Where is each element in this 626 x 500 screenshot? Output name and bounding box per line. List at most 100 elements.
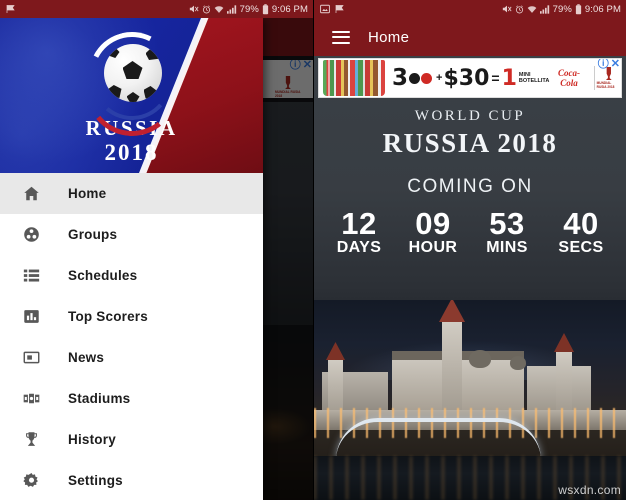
news-icon — [14, 349, 48, 366]
clock-label: 9:06 PM — [584, 3, 621, 15]
sidebar-item-top-scorers[interactable]: Top Scorers — [0, 296, 263, 337]
countdown-value: 53 — [489, 206, 525, 241]
ad-price: $30 — [443, 66, 489, 91]
close-icon[interactable]: ✕ — [611, 59, 620, 70]
hamburger-icon[interactable] — [322, 30, 360, 44]
phone-screen-home: 79% 9:06 PM Home 3 + $30 = 1 MINI BOTELL… — [313, 0, 626, 500]
battery-icon — [262, 3, 269, 15]
sidebar-item-label: Home — [68, 186, 107, 201]
battery-icon — [575, 3, 582, 15]
mute-icon — [189, 4, 199, 14]
ad-controls: ⓘ ✕ — [598, 59, 620, 70]
battery-percent-label: 79% — [239, 3, 259, 15]
battery-percent-label: 79% — [552, 3, 572, 15]
screenshot-pair: 79% 9:06 PM ⓘ ✕ MUNDIAL RUSIA 2018 — [0, 0, 626, 500]
coca-cola-logo: Coca-Cola — [558, 68, 581, 88]
sidebar-item-news[interactable]: News — [0, 337, 263, 378]
ad-equals-sign: = — [491, 70, 500, 86]
phone-screen-drawer-open: 79% 9:06 PM ⓘ ✕ MUNDIAL RUSIA 2018 — [0, 0, 313, 500]
ad-quantity: 3 — [392, 65, 409, 91]
ad-bottles-image — [323, 60, 385, 96]
bar-chart-icon — [14, 308, 48, 325]
soccer-ball-icon — [103, 44, 162, 102]
trophy-icon — [14, 431, 48, 448]
countdown-unit: MINS — [486, 238, 528, 256]
navigation-drawer: RUSSIA 2018 Home Groups Schedules Top Sc… — [0, 18, 263, 500]
info-icon[interactable]: ⓘ — [598, 59, 609, 70]
drawer-menu: Home Groups Schedules Top Scorers News S… — [0, 173, 263, 500]
stadium-icon — [14, 390, 48, 407]
sidebar-item-stadiums[interactable]: Stadiums — [0, 378, 263, 419]
sidebar-item-schedules[interactable]: Schedules — [0, 255, 263, 296]
countdown-value: 40 — [563, 206, 599, 241]
sidebar-item-label: Settings — [68, 473, 123, 488]
wifi-icon — [214, 5, 224, 14]
flag-icon — [6, 4, 16, 14]
world-cup-label: WORLD CUP — [414, 108, 526, 124]
drawer-logo-year: 2018 — [104, 140, 159, 165]
bridge — [336, 418, 541, 460]
countdown-value: 12 — [341, 206, 377, 241]
sidebar-item-label: Schedules — [68, 268, 138, 283]
sidebar-item-history[interactable]: History — [0, 419, 263, 460]
sidebar-item-label: Groups — [68, 227, 118, 242]
ad-banner[interactable]: 3 + $30 = 1 MINI BOTELLITA Coca-Cola MUND… — [318, 58, 622, 98]
drawer-header: RUSSIA 2018 — [0, 18, 263, 173]
alarm-icon — [515, 4, 524, 14]
ad-divider — [593, 66, 595, 90]
dome-icon — [510, 356, 526, 370]
countdown-seconds: 40 SECS — [546, 206, 616, 257]
signal-icon — [539, 4, 550, 14]
home-content: 3 + $30 = 1 MINI BOTELLITA Coca-Cola MUND… — [314, 56, 626, 500]
countdown-unit: DAYS — [336, 238, 382, 256]
list-icon — [14, 267, 48, 284]
ad-badge-label: MUNDIAL RUSIA 2018 — [596, 81, 615, 89]
world-cup-logo: RUSSIA 2018 — [0, 20, 263, 165]
hero-image: wsxdn.com — [314, 300, 626, 500]
sidebar-item-groups[interactable]: Groups — [0, 214, 263, 255]
countdown-unit: HOUR — [408, 238, 458, 256]
status-bar-left-icons — [320, 4, 345, 14]
event-title: RUSSIA 2018 — [382, 128, 558, 158]
countdown-value: 09 — [415, 206, 451, 241]
tower-right — [556, 350, 572, 412]
screenshot-icon — [320, 4, 330, 14]
home-icon — [14, 185, 48, 202]
dome-icon — [469, 350, 491, 368]
groups-icon — [14, 226, 48, 243]
status-bar-left-icons — [6, 4, 16, 14]
status-bar-right: 79% 9:06 PM — [314, 0, 626, 18]
flag-icon — [335, 4, 345, 14]
countdown-minutes: 53 MINS — [472, 206, 542, 257]
sidebar-item-home[interactable]: Home — [0, 173, 263, 214]
tower-left — [328, 358, 343, 414]
ad-result-count: 1 — [501, 65, 517, 91]
ad-bottle-caps-icon — [409, 72, 433, 84]
app-bar: Home — [314, 18, 626, 56]
tower-center — [442, 320, 462, 412]
alarm-icon — [202, 4, 211, 14]
ad-plus-sign: + — [436, 72, 443, 84]
sidebar-item-settings[interactable]: Settings — [0, 460, 263, 500]
ad-currency: $ — [443, 65, 459, 91]
coming-on-label: COMING ON — [407, 176, 533, 197]
ad-price-value: 30 — [458, 65, 490, 91]
ad-result-label: MINI BOTELLITA — [518, 71, 550, 84]
signal-icon — [226, 4, 237, 14]
gear-icon — [14, 472, 48, 489]
sidebar-item-label: Stadiums — [68, 391, 131, 406]
page-title: Home — [368, 28, 410, 46]
sidebar-item-label: Top Scorers — [68, 309, 148, 324]
mute-icon — [502, 4, 512, 14]
countdown-timer: 12 DAYS 09 HOUR 53 MINS 40 SECS — [314, 206, 626, 257]
sidebar-item-label: History — [68, 432, 116, 447]
soccer-ball-logo — [77, 20, 186, 141]
status-bar-right-icons: 79% 9:06 PM — [189, 4, 308, 15]
status-bar-left: 79% 9:06 PM — [0, 0, 313, 18]
sidebar-item-label: News — [68, 350, 105, 365]
countdown-unit: SECS — [558, 238, 604, 256]
countdown-hours: 09 HOUR — [398, 206, 468, 257]
countdown-days: 12 DAYS — [324, 206, 394, 257]
clock-label: 9:06 PM — [271, 3, 308, 15]
wifi-icon — [527, 5, 537, 14]
